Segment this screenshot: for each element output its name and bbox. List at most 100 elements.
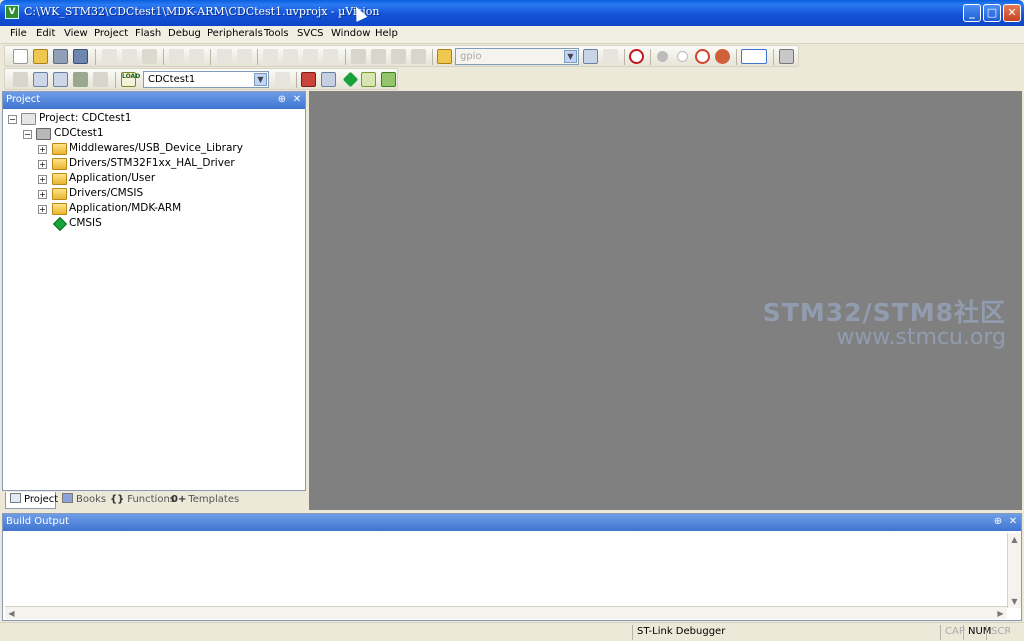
expand-icon[interactable]: + bbox=[38, 175, 47, 184]
menu-edit[interactable]: Edit bbox=[36, 28, 55, 39]
clear-bookmarks-icon[interactable] bbox=[323, 49, 338, 64]
status-cap: CAP bbox=[940, 625, 965, 640]
copy-icon[interactable] bbox=[122, 49, 137, 64]
project-tab-icon bbox=[10, 493, 21, 503]
menu-svcs[interactable]: SVCS bbox=[297, 28, 324, 39]
tab-books[interactable]: Books bbox=[58, 492, 106, 509]
build-output-text[interactable] bbox=[5, 534, 1007, 606]
close-panel-icon[interactable]: ✕ bbox=[291, 94, 303, 106]
indent-icon[interactable] bbox=[351, 49, 366, 64]
unindent-icon[interactable] bbox=[371, 49, 386, 64]
folder-icon bbox=[52, 203, 67, 215]
tab-functions[interactable]: {} Functions bbox=[106, 492, 175, 509]
pack-installer-icon[interactable] bbox=[361, 72, 376, 87]
expand-icon[interactable]: + bbox=[38, 205, 47, 214]
scroll-down-icon[interactable]: ▼ bbox=[1008, 595, 1021, 608]
navigate-back-icon[interactable] bbox=[217, 49, 232, 64]
start-debug-icon[interactable] bbox=[629, 49, 644, 64]
bookmark-icon[interactable] bbox=[263, 49, 278, 64]
editor-area[interactable]: STM32/STM8社区 www.stmcu.org bbox=[309, 91, 1022, 510]
rebuild-icon[interactable] bbox=[53, 72, 68, 87]
undo-icon[interactable] bbox=[169, 49, 184, 64]
scroll-left-icon[interactable]: ◀ bbox=[5, 607, 18, 620]
folder-icon bbox=[52, 173, 67, 185]
build-output-header: Build Output ⊕ ✕ bbox=[3, 514, 1021, 531]
software-packs-icon[interactable] bbox=[381, 72, 396, 87]
breakpoint-icon[interactable] bbox=[657, 51, 668, 62]
maximize-button[interactable]: □ bbox=[983, 4, 1001, 22]
toolbar-separator bbox=[432, 49, 433, 65]
close-button[interactable]: ✕ bbox=[1003, 4, 1021, 22]
translate-icon[interactable] bbox=[13, 72, 28, 87]
kill-breakpoints-icon[interactable] bbox=[695, 49, 710, 64]
find-combo-value: gpio bbox=[460, 51, 482, 62]
horizontal-scrollbar[interactable]: ◀ ▶ bbox=[5, 606, 1007, 619]
toolbar-separator bbox=[650, 49, 651, 65]
status-num: NUM bbox=[963, 625, 991, 640]
menu-view[interactable]: View bbox=[64, 28, 88, 39]
toolbar-separator bbox=[115, 72, 116, 88]
comment-icon[interactable] bbox=[391, 49, 406, 64]
select-packs-icon[interactable] bbox=[321, 72, 336, 87]
expand-icon[interactable]: + bbox=[38, 190, 47, 199]
find-combo[interactable]: gpio ▼ bbox=[455, 48, 579, 65]
chevron-down-icon[interactable]: ▼ bbox=[564, 50, 577, 63]
configure-icon[interactable] bbox=[779, 49, 794, 64]
menu-peripherals[interactable]: Peripherals bbox=[207, 28, 263, 39]
minimize-button[interactable]: _ bbox=[963, 4, 981, 22]
build-icon[interactable] bbox=[33, 72, 48, 87]
tab-templates[interactable]: 0+ Templates bbox=[168, 492, 239, 509]
manage-run-time-environment-icon[interactable] bbox=[342, 71, 359, 88]
next-bookmark-icon[interactable] bbox=[303, 49, 318, 64]
tab-project[interactable]: Project bbox=[5, 492, 59, 509]
toolbar-separator bbox=[296, 72, 297, 88]
save-icon[interactable] bbox=[53, 49, 68, 64]
menu-window[interactable]: Window bbox=[331, 28, 370, 39]
redo-icon[interactable] bbox=[189, 49, 204, 64]
menu-file[interactable]: File bbox=[10, 28, 27, 39]
load-icon[interactable]: LOAD bbox=[121, 72, 140, 87]
paste-icon[interactable] bbox=[142, 49, 157, 64]
collapse-icon[interactable]: − bbox=[23, 130, 32, 139]
navigate-forward-icon[interactable] bbox=[237, 49, 252, 64]
expand-icon[interactable]: + bbox=[38, 145, 47, 154]
manage-project-items-icon[interactable] bbox=[301, 72, 316, 87]
cut-icon[interactable] bbox=[102, 49, 117, 64]
project-icon bbox=[21, 113, 36, 125]
toolbar-separator bbox=[210, 49, 211, 65]
stop-build-icon[interactable] bbox=[93, 72, 108, 87]
incremental-find-icon[interactable] bbox=[603, 49, 618, 64]
project-panel-title: Project bbox=[6, 94, 41, 105]
books-tab-icon bbox=[62, 493, 73, 503]
menu-tools[interactable]: Tools bbox=[264, 28, 289, 39]
new-file-icon[interactable] bbox=[13, 49, 28, 64]
prev-bookmark-icon[interactable] bbox=[283, 49, 298, 64]
vertical-scrollbar[interactable]: ▲ ▼ bbox=[1007, 533, 1021, 608]
scroll-up-icon[interactable]: ▲ bbox=[1008, 533, 1021, 546]
target-options-icon[interactable] bbox=[275, 72, 290, 87]
menu-help[interactable]: Help bbox=[375, 28, 398, 39]
uncomment-icon[interactable] bbox=[411, 49, 426, 64]
expand-icon[interactable]: + bbox=[38, 160, 47, 169]
pin-icon[interactable]: ⊕ bbox=[992, 516, 1004, 528]
target-combo[interactable]: CDCtest1 ▼ bbox=[143, 71, 269, 88]
menu-project[interactable]: Project bbox=[94, 28, 128, 39]
scroll-right-icon[interactable]: ▶ bbox=[994, 607, 1007, 620]
close-panel-icon[interactable]: ✕ bbox=[1007, 516, 1019, 528]
window-layout-icon[interactable] bbox=[741, 49, 767, 64]
kill-all-breakpoints-icon[interactable] bbox=[715, 49, 730, 64]
chevron-down-icon[interactable]: ▼ bbox=[254, 73, 267, 86]
pin-icon[interactable]: ⊕ bbox=[276, 94, 288, 106]
find-in-files-icon[interactable] bbox=[437, 49, 452, 64]
toolbar-separator bbox=[257, 49, 258, 65]
tab-project-label: Project bbox=[24, 494, 59, 505]
menu-debug[interactable]: Debug bbox=[168, 28, 201, 39]
batch-build-icon[interactable] bbox=[73, 72, 88, 87]
menu-flash[interactable]: Flash bbox=[135, 28, 161, 39]
toolbar-separator bbox=[345, 49, 346, 65]
collapse-icon[interactable]: − bbox=[8, 115, 17, 124]
save-all-icon[interactable] bbox=[73, 49, 88, 64]
disable-breakpoint-icon[interactable] bbox=[677, 51, 688, 62]
open-file-icon[interactable] bbox=[33, 49, 48, 64]
find-icon[interactable] bbox=[583, 49, 598, 64]
